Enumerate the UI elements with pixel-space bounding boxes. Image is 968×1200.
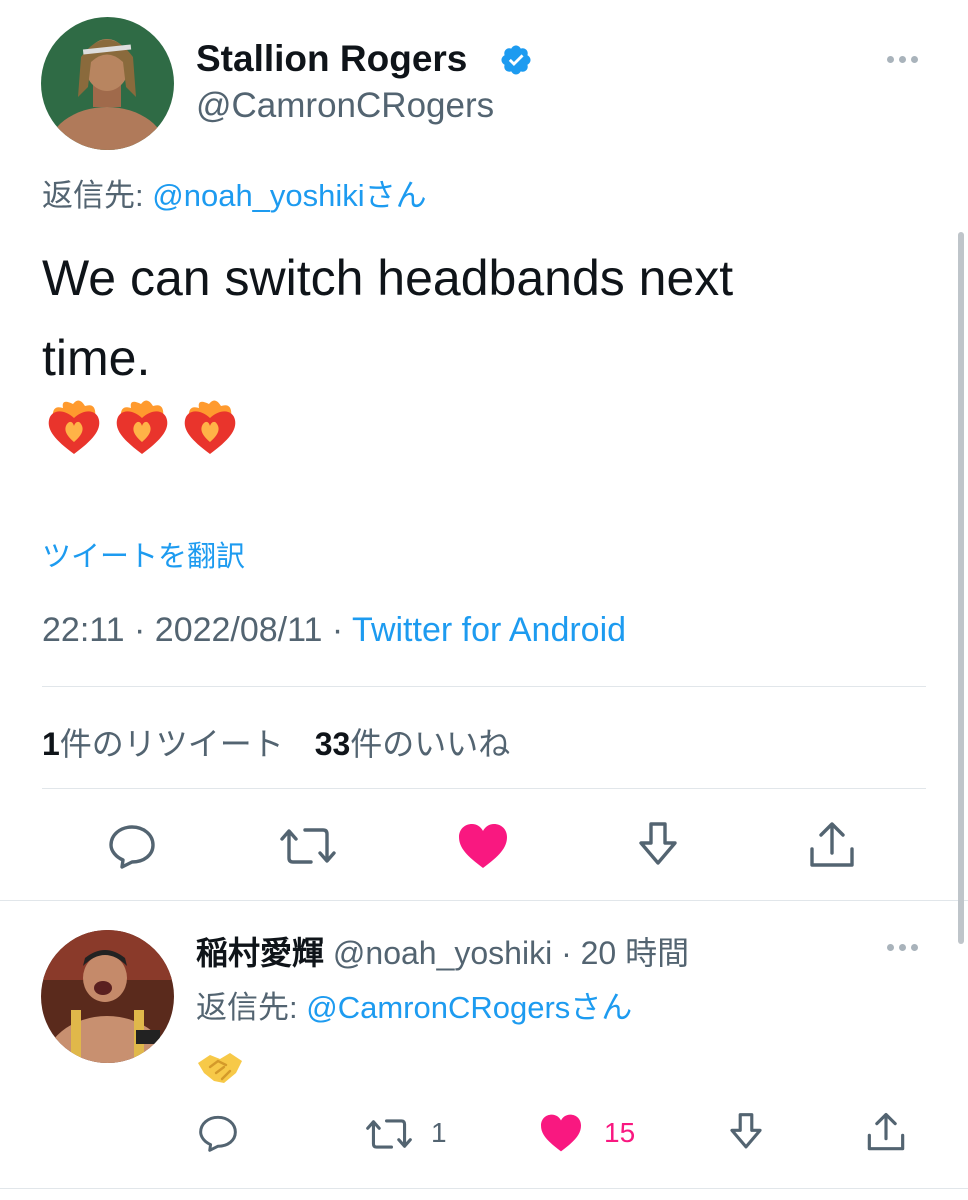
tweet-text-line-1: We can switch headbands next <box>42 250 734 306</box>
reply-author-name[interactable]: 稲村愛輝 <box>196 935 324 971</box>
bookmark-button[interactable] <box>634 820 682 870</box>
scrollbar[interactable] <box>958 232 964 944</box>
tweet-source[interactable]: Twitter for Android <box>352 611 626 649</box>
main-tweet-emoji <box>45 398 239 458</box>
like-count: 33 <box>314 726 351 762</box>
reply-header: 稲村愛輝 @noah_yoshiki · 20 時間 <box>196 928 689 974</box>
meta-separator: · <box>124 611 155 649</box>
share-icon <box>810 822 854 867</box>
reply-button[interactable] <box>106 822 158 870</box>
tweet-text-line-2: time. <box>42 330 151 386</box>
retweet-button[interactable] <box>364 1115 414 1153</box>
divider <box>42 686 926 687</box>
translate-tweet-link[interactable]: ツイートを翻訳 <box>42 533 245 575</box>
main-reply-to-line: 返信先: @noah_yoshikiさん <box>42 170 427 215</box>
reply-like-count: 15 <box>604 1117 636 1148</box>
tweet-time[interactable]: 22:11 <box>42 611 125 649</box>
retweet-count: 1 <box>42 726 60 762</box>
retweet-icon <box>366 1119 412 1149</box>
like-button[interactable] <box>456 821 510 871</box>
avatar-photo <box>41 930 174 1063</box>
reply-prefix: 返信先: <box>42 178 144 213</box>
main-tweet-text: We can switch headbands next time. <box>42 238 733 398</box>
reply-to-mention[interactable]: @noah_yoshiki <box>152 178 364 213</box>
bookmark-icon <box>639 822 677 865</box>
divider <box>42 788 926 789</box>
reply-icon <box>109 825 155 869</box>
like-label: 件のいいね <box>350 726 511 762</box>
reply-button[interactable] <box>196 1113 240 1153</box>
tweet-date[interactable]: 2022/08/11 <box>155 611 323 649</box>
share-button[interactable] <box>806 820 858 870</box>
share-icon <box>867 1112 905 1151</box>
reply-prefix: 返信先: <box>196 990 298 1025</box>
reply-suffix: さん <box>570 990 633 1025</box>
bookmark-button[interactable] <box>726 1111 766 1153</box>
section-divider <box>0 900 968 901</box>
retweets-stat[interactable]: 1件のリツイート <box>42 726 284 762</box>
retweet-icon <box>280 828 336 864</box>
more-icon[interactable] <box>887 944 918 951</box>
main-author-handle[interactable]: @CamronCRogers <box>196 86 494 126</box>
avatar-photo <box>41 17 174 150</box>
heart-on-fire-emoji <box>116 400 168 454</box>
reply-tweet-emoji <box>196 1047 244 1092</box>
reply-retweet-count: 1 <box>431 1117 447 1148</box>
retweet-label: 件のリツイート <box>59 726 284 762</box>
heart-on-fire-emoji <box>184 400 236 454</box>
reply-suffix: さん <box>364 178 427 213</box>
meta-separator: · <box>322 611 353 649</box>
share-button[interactable] <box>864 1111 908 1153</box>
retweet-button[interactable] <box>278 822 338 870</box>
more-icon[interactable] <box>887 56 918 63</box>
heart-icon <box>541 1114 581 1152</box>
reply-reply-to-line: 返信先: @CamronCRogersさん <box>196 982 632 1027</box>
meta-separator: · <box>552 935 581 971</box>
tweet-meta: 22:11 · 2022/08/11 · Twitter for Android <box>42 611 626 650</box>
reply-to-mention[interactable]: @CamronCRogers <box>306 990 570 1025</box>
heart-icon <box>459 824 507 868</box>
main-author-name[interactable]: Stallion Rogers <box>196 38 467 80</box>
heart-on-fire-emoji <box>48 400 100 454</box>
reply-time-ago[interactable]: 20 時間 <box>581 935 690 971</box>
tweet-stats: 1件のリツイート 33件のいいね <box>42 719 510 765</box>
bookmark-icon <box>730 1113 762 1149</box>
reply-author-avatar[interactable] <box>41 930 174 1063</box>
verified-badge-icon <box>499 43 533 82</box>
reply-author-handle[interactable]: @noah_yoshiki <box>333 935 552 971</box>
section-divider <box>0 1188 968 1189</box>
handshake-emoji <box>198 1053 242 1083</box>
main-author-avatar[interactable] <box>41 17 174 150</box>
likes-stat[interactable]: 33件のいいね <box>315 726 511 762</box>
like-button[interactable] <box>538 1112 584 1154</box>
reply-icon <box>199 1115 237 1152</box>
